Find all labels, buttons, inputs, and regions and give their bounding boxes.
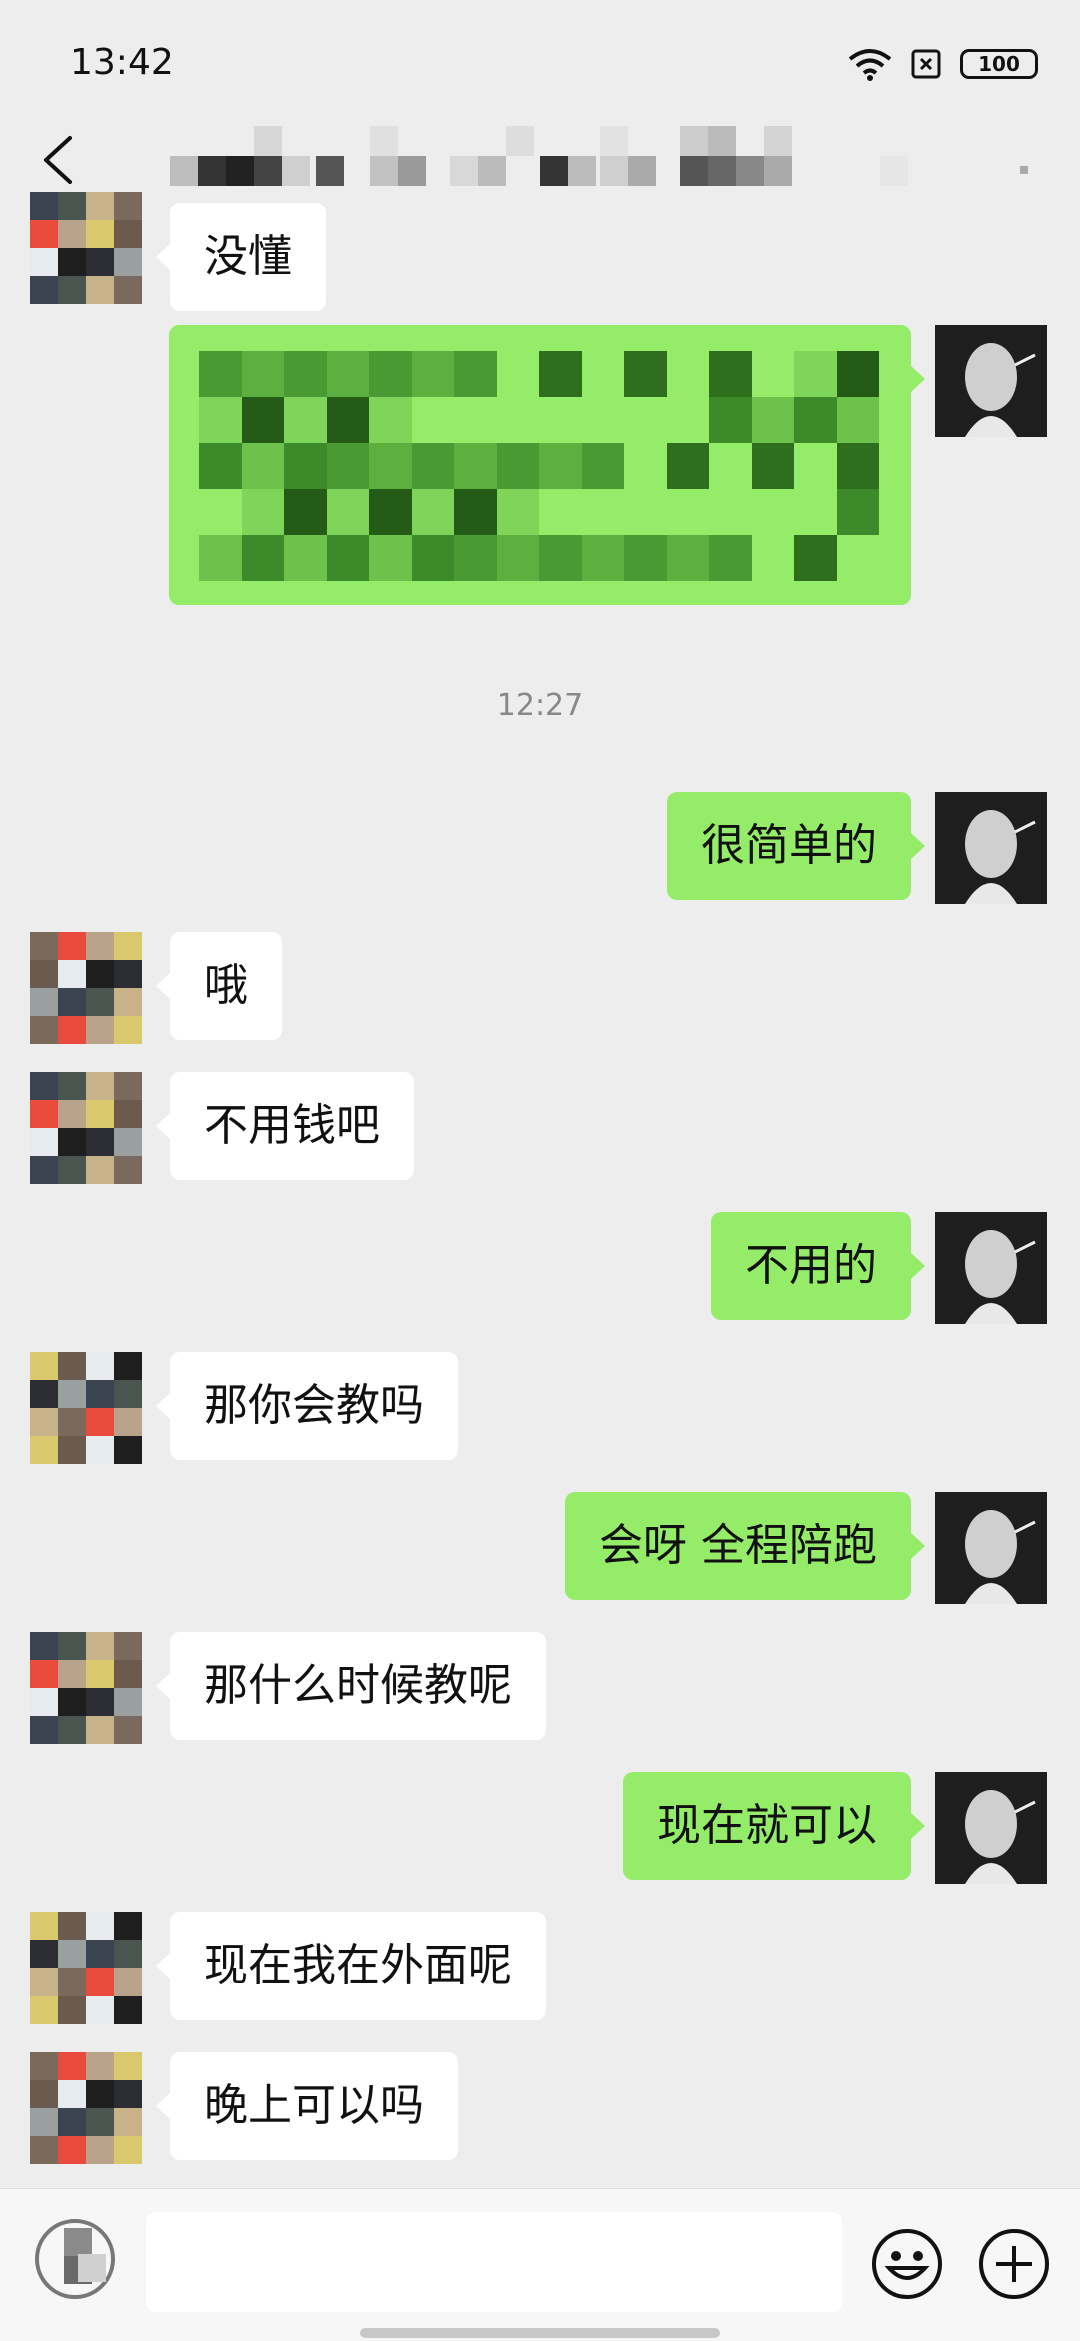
contact-avatar[interactable] [30,1352,142,1464]
wifi-icon [848,49,892,81]
sim-icon [911,49,941,79]
my-avatar[interactable] [935,1492,1047,1604]
contact-avatar[interactable] [30,192,142,304]
emoji-icon[interactable] [869,2226,945,2302]
contact-avatar[interactable] [30,1632,142,1744]
received-message-bubble[interactable]: 现在我在外面呢 [156,1912,546,2020]
status-icons: 100 [848,44,1038,84]
sent-message-bubble[interactable]: 会呀 全程陪跑 [565,1492,925,1600]
chat-title-redacted [170,120,1050,190]
received-message-bubble[interactable]: 那你会教吗 [156,1352,458,1460]
contact-avatar[interactable] [30,1072,142,1184]
battery-level: 100 [978,52,1020,76]
received-message-bubble[interactable]: 哦 [156,932,282,1040]
my-avatar[interactable] [935,325,1047,437]
my-avatar[interactable] [935,792,1047,904]
received-message-bubble[interactable]: 不用钱吧 [156,1072,414,1180]
sent-message-bubble[interactable]: 就保 [169,325,925,605]
contact-avatar[interactable] [30,2052,142,2164]
home-indicator [360,2328,720,2338]
sent-message-bubble[interactable]: 很简单的 [667,792,925,900]
contact-avatar[interactable] [30,1912,142,2024]
redaction-mosaic [170,126,1028,186]
timestamp: 12:27 [496,688,584,723]
received-message-bubble[interactable]: 那什么时候教呢 [156,1632,546,1740]
my-avatar[interactable] [935,1772,1047,1884]
voice-icon[interactable] [30,2214,120,2304]
message-input[interactable] [146,2212,842,2312]
status-time: 13:42 [70,42,174,83]
back-arrow-icon[interactable] [34,132,82,188]
contact-avatar[interactable] [30,932,142,1044]
sent-message-bubble[interactable]: 不用的 [711,1212,925,1320]
redaction-mosaic [199,351,879,581]
received-message-bubble[interactable]: 晚上可以吗 [156,2052,458,2160]
sent-message-bubble[interactable]: 现在就可以 [623,1772,925,1880]
received-message-bubble[interactable]: 没懂 [156,203,326,311]
plus-icon[interactable] [976,2226,1052,2302]
battery-icon: 100 [960,49,1038,79]
my-avatar[interactable] [935,1212,1047,1324]
